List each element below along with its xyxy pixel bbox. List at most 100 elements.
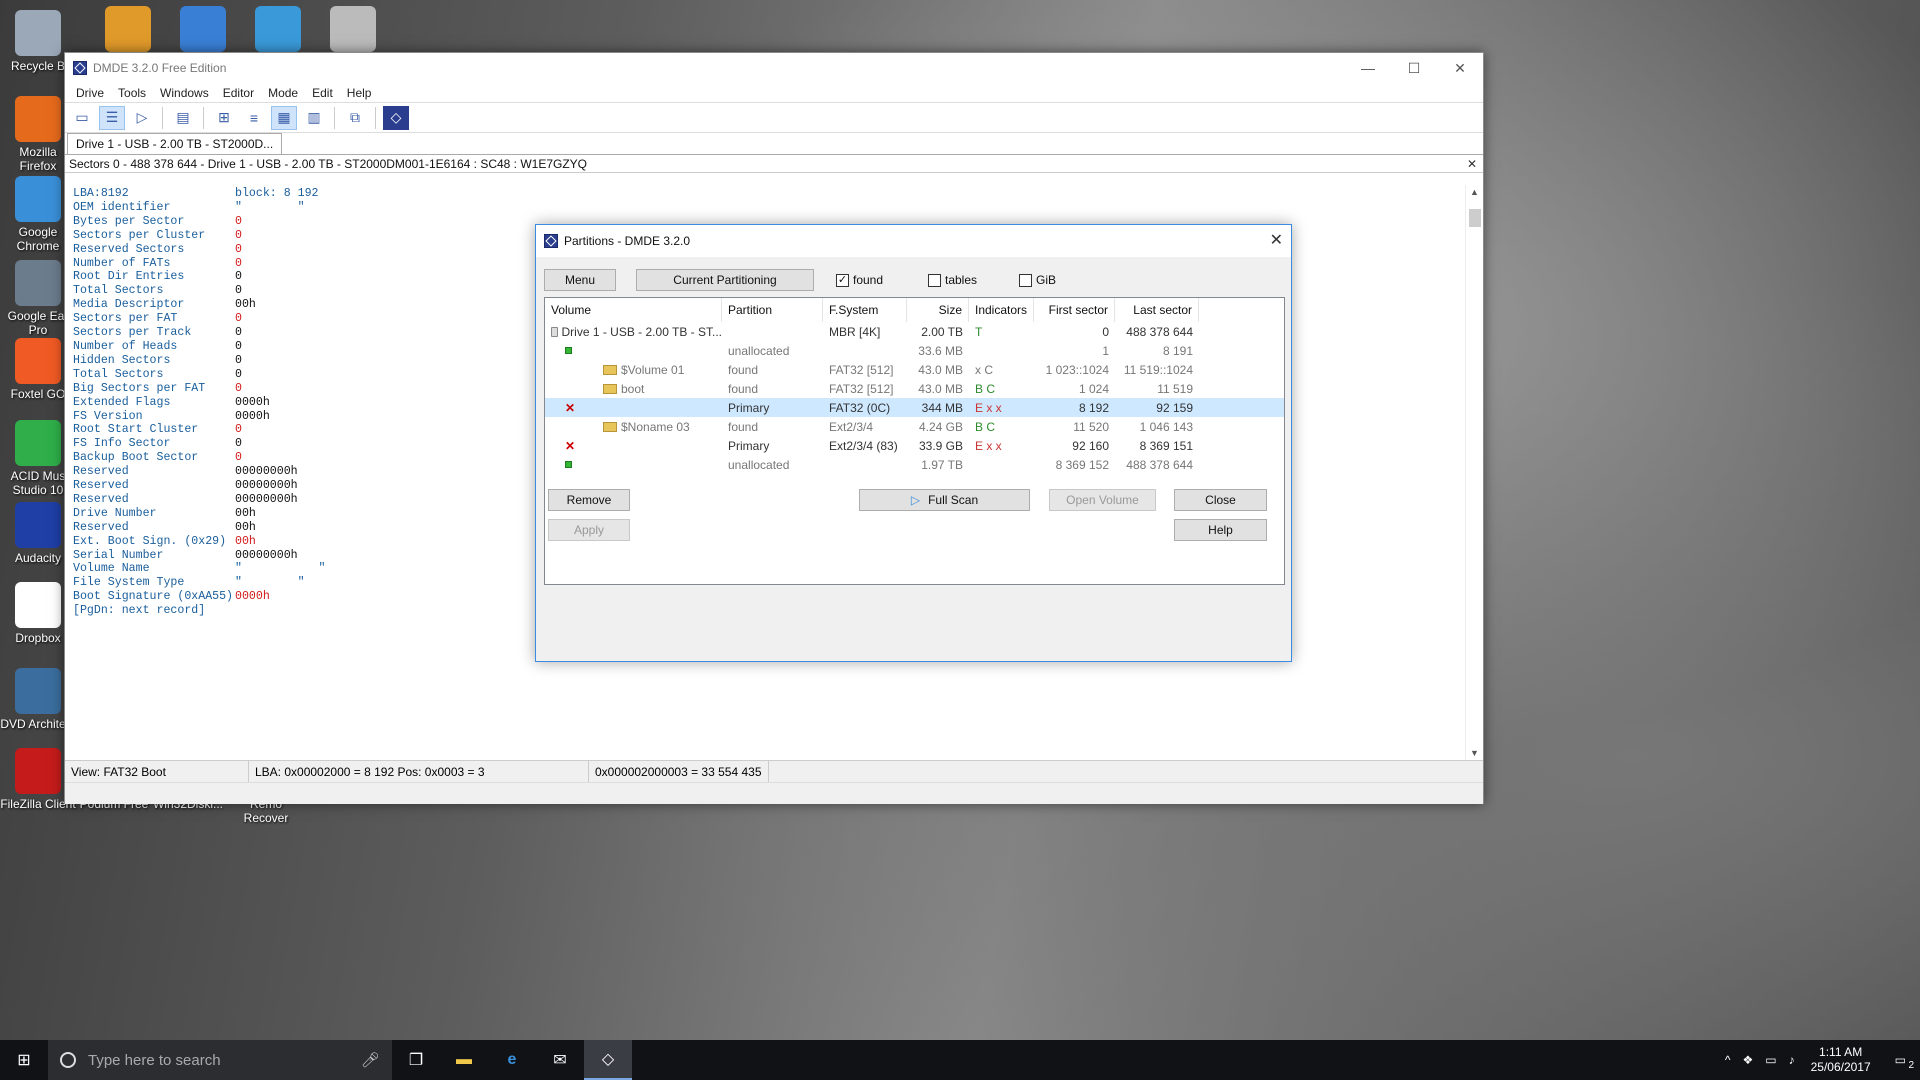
desktop-icon[interactable] bbox=[90, 6, 166, 55]
folder-icon bbox=[603, 421, 617, 432]
file-explorer-icon[interactable]: ▬ bbox=[440, 1040, 488, 1080]
tables-label: tables bbox=[945, 273, 978, 287]
play-icon[interactable]: ▷ bbox=[129, 106, 155, 130]
boot-field-row[interactable]: LBA:8192 block: 8 192 bbox=[73, 187, 1465, 201]
boot-field-value: 0 bbox=[235, 367, 242, 381]
dialog-titlebar[interactable]: Partitions - DMDE 3.2.0 bbox=[536, 225, 1291, 257]
column-last-sector[interactable]: Last sector bbox=[1115, 298, 1199, 322]
found-checkbox[interactable]: ✓ found bbox=[836, 273, 883, 287]
column-size[interactable]: Size bbox=[907, 298, 969, 322]
menu-editor[interactable]: Editor bbox=[216, 83, 261, 102]
app-shortcut-icon bbox=[15, 502, 61, 548]
gib-checkbox[interactable]: GiB bbox=[1019, 273, 1056, 287]
gib-check-icon[interactable] bbox=[1019, 273, 1032, 287]
partitions-icon[interactable]: ☰ bbox=[99, 105, 125, 130]
menu-mode[interactable]: Mode bbox=[261, 83, 305, 102]
search-box[interactable]: Type here to search 🎤︎ bbox=[48, 1040, 392, 1080]
tray-chevron-icon[interactable]: ^ bbox=[1719, 1053, 1737, 1067]
tree-view-icon[interactable]: ⊞ bbox=[211, 106, 237, 130]
dialog-close-button[interactable]: Close bbox=[1174, 489, 1267, 511]
column-volume[interactable]: Volume bbox=[545, 298, 722, 322]
table-row[interactable]: boot found FAT32 [512] 43.0 MB B C 1 024 11 51… bbox=[545, 379, 1284, 398]
boot-field-label: Root Dir Entries bbox=[73, 270, 185, 284]
clock-time: 1:11 AM bbox=[1819, 1045, 1863, 1059]
boot-field-value: 00h bbox=[235, 506, 256, 520]
dmde-logo-icon[interactable]: ◇ bbox=[383, 105, 409, 130]
dialog-close-icon[interactable]: ✕ bbox=[1270, 230, 1283, 250]
boot-field-label: Total Sectors bbox=[73, 367, 164, 381]
clone-icon[interactable]: ⧉ bbox=[342, 106, 368, 130]
network-icon[interactable]: ▭ bbox=[1759, 1053, 1782, 1067]
boot-field-value: " " bbox=[235, 562, 326, 576]
menu-drive[interactable]: Drive bbox=[69, 83, 111, 102]
menu-edit[interactable]: Edit bbox=[305, 83, 340, 102]
cell-volume: $Volume 01 bbox=[545, 363, 722, 377]
column-first-sector[interactable]: First sector bbox=[1034, 298, 1115, 322]
document-icon[interactable]: ▤ bbox=[170, 106, 196, 130]
hex-view-icon[interactable]: ▥ bbox=[301, 106, 327, 130]
action-center-icon[interactable]: ▭ 2 bbox=[1881, 1053, 1920, 1071]
desktop-icon[interactable] bbox=[315, 6, 391, 55]
dropbox-tray-icon[interactable]: ❖ bbox=[1736, 1053, 1759, 1067]
scroll-up-icon[interactable]: ▲ bbox=[1470, 187, 1479, 197]
close-button[interactable]: ✕ bbox=[1437, 53, 1483, 83]
clock[interactable]: 1:11 AM 25/06/2017 bbox=[1801, 1045, 1881, 1075]
found-check-icon[interactable]: ✓ bbox=[836, 273, 849, 287]
tables-checkbox[interactable]: tables bbox=[928, 273, 977, 287]
boot-field-label: Reserved Sectors bbox=[73, 242, 185, 256]
minimize-button[interactable]: — bbox=[1345, 53, 1391, 83]
task-view-icon[interactable]: ❐ bbox=[392, 1040, 440, 1080]
table-row[interactable]: $Noname 03 found Ext2/3/4 4.24 GB B C 11 520 1… bbox=[545, 417, 1284, 436]
scroll-down-icon[interactable]: ▼ bbox=[1470, 748, 1479, 758]
column-fsystem[interactable]: F.System bbox=[823, 298, 907, 322]
drive-icon[interactable]: ▭ bbox=[69, 106, 95, 130]
apply-button[interactable]: Apply bbox=[548, 519, 630, 541]
toolbar-separator bbox=[375, 106, 376, 129]
edge-icon[interactable]: e bbox=[488, 1040, 536, 1080]
tab-drive-1[interactable]: Drive 1 - USB - 2.00 TB - ST2000D... bbox=[67, 133, 283, 154]
list-view-icon[interactable]: ≡ bbox=[241, 106, 267, 130]
help-button[interactable]: Help bbox=[1174, 519, 1267, 541]
desktop-icon[interactable] bbox=[165, 6, 241, 55]
boot-field-row[interactable]: OEM identifier " " bbox=[73, 201, 1465, 215]
microphone-icon[interactable]: 🎤︎ bbox=[361, 1051, 380, 1069]
open-volume-button[interactable]: Open Volume bbox=[1049, 489, 1156, 511]
boot-field-label: [PgDn: next record] bbox=[73, 604, 206, 618]
maximize-button[interactable]: ☐ bbox=[1391, 53, 1437, 83]
info-close-icon[interactable]: ✕ bbox=[1467, 157, 1477, 171]
column-indicators[interactable]: Indicators bbox=[969, 298, 1034, 322]
table-row[interactable]: $Volume 01 found FAT32 [512] 43.0 MB x C 1 02… bbox=[545, 360, 1284, 379]
table-view-icon[interactable]: ▦ bbox=[271, 105, 297, 130]
start-button[interactable]: ⊞ bbox=[0, 1040, 48, 1080]
menu-tools[interactable]: Tools bbox=[111, 83, 153, 102]
clock-date: 25/06/2017 bbox=[1810, 1060, 1871, 1074]
menu-windows[interactable]: Windows bbox=[153, 83, 216, 102]
full-scan-button[interactable]: ▷ Full Scan bbox=[859, 489, 1030, 511]
volume-icon[interactable]: ♪ bbox=[1783, 1053, 1801, 1067]
column-partition[interactable]: Partition bbox=[722, 298, 823, 322]
partitions-table[interactable]: Volume Partition F.System Size Indicator… bbox=[544, 297, 1285, 585]
scrollbar-thumb[interactable] bbox=[1469, 209, 1481, 227]
boot-field-value: " " bbox=[235, 576, 305, 590]
menu-button[interactable]: Menu bbox=[544, 269, 616, 291]
boot-field-label: FS Info Sector bbox=[73, 437, 171, 451]
table-row[interactable]: ✕ Primary FAT32 (0C) 344 MB E x x 8 192 92 159 bbox=[545, 398, 1284, 417]
desktop-icon[interactable] bbox=[240, 6, 316, 55]
tables-check-icon[interactable] bbox=[928, 273, 941, 287]
window-titlebar[interactable]: DMDE 3.2.0 Free Edition bbox=[65, 53, 1483, 83]
current-partitioning-button[interactable]: Current Partitioning bbox=[636, 269, 814, 291]
boot-field-value: 00h bbox=[235, 520, 256, 534]
table-row[interactable]: unallocated 1.97 TB 8 369 152 488 378 644 bbox=[545, 455, 1284, 474]
folder-icon bbox=[603, 383, 617, 394]
folder-icon bbox=[603, 364, 617, 375]
table-row[interactable]: ✕ Primary Ext2/3/4 (83) 33.9 GB E x x 92 160 8… bbox=[545, 436, 1284, 455]
table-row[interactable]: unallocated 33.6 MB 1 8 191 bbox=[545, 341, 1284, 360]
table-row[interactable]: Drive 1 - USB - 2.00 TB - ST... MBR [4K] 2… bbox=[545, 322, 1284, 341]
vertical-scrollbar[interactable]: ▲ ▼ bbox=[1465, 185, 1483, 760]
cell-partition: Primary bbox=[728, 438, 770, 453]
dmde-taskbar-icon[interactable]: ◇ bbox=[584, 1040, 632, 1080]
menu-help[interactable]: Help bbox=[340, 83, 379, 102]
cell-partition: found bbox=[728, 362, 759, 377]
remove-button[interactable]: Remove bbox=[548, 489, 630, 511]
mail-icon[interactable]: ✉ bbox=[536, 1040, 584, 1080]
